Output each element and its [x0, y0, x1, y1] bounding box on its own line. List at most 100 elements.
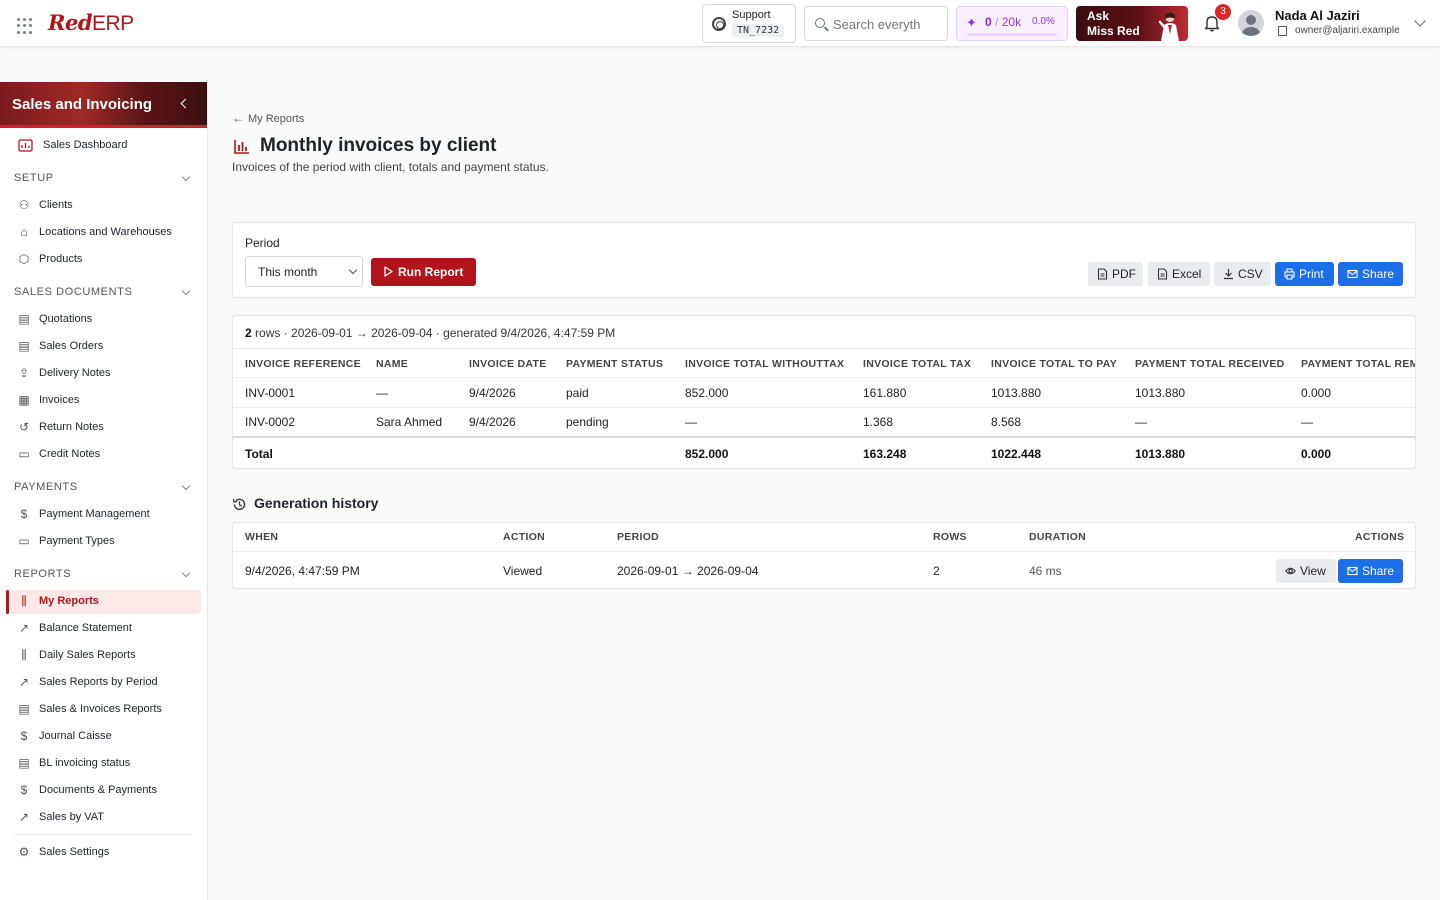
chevron-down-icon — [348, 265, 358, 275]
apps-grid-icon[interactable] — [17, 18, 33, 34]
sparkles-icon: ✦ — [966, 15, 977, 30]
users-icon: ⚇ — [18, 198, 30, 212]
sidebar-item-my-reports[interactable]: ⫼ My Reports — [6, 590, 201, 614]
cell: — — [1135, 415, 1147, 429]
sidebar-item-delivery-notes[interactable]: ⇪ Delivery Notes — [6, 362, 201, 386]
credit-card-icon: ▭ — [18, 534, 30, 548]
sidebar-item-credit-notes[interactable]: ▭ Credit Notes — [6, 443, 201, 467]
credit-card-icon: ▭ — [18, 447, 30, 461]
cell: pending — [566, 415, 609, 429]
run-report-button[interactable]: Run Report — [371, 258, 476, 286]
column-header: DURATION — [1029, 531, 1087, 543]
sidebar-item-label: Locations and Warehouses — [39, 226, 172, 238]
section-reports[interactable]: REPORTS — [14, 568, 71, 580]
column-header[interactable]: INVOICE DATE — [469, 358, 547, 370]
section-setup[interactable]: SETUP — [14, 172, 54, 184]
sidebar-item-sales-orders[interactable]: ▤ Sales Orders — [6, 335, 201, 359]
chevron-down-icon[interactable] — [181, 172, 191, 182]
printer-icon — [1284, 268, 1295, 280]
trend-icon: ↗ — [18, 810, 30, 824]
sidebar-item-label: Return Notes — [39, 421, 104, 433]
chevron-down-icon[interactable] — [1414, 15, 1426, 27]
sidebar-item-balance-statement[interactable]: ↗ Balance Statement — [6, 617, 201, 641]
bar-chart-icon — [234, 140, 249, 154]
sidebar-item-bl-invoicing-status[interactable]: ▤ BL invoicing status — [6, 752, 201, 776]
total-cell: 1013.880 — [1135, 447, 1186, 461]
sidebar-item-sales-invoices-reports[interactable]: ▤ Sales & Invoices Reports — [6, 698, 201, 722]
sidebar-item-label: Sales Reports by Period — [39, 676, 158, 688]
section-sales-documents[interactable]: SALES DOCUMENTS — [14, 286, 132, 298]
app-logo[interactable]: RedERP — [48, 10, 134, 36]
chevron-down-icon[interactable] — [181, 568, 191, 578]
sidebar-item-clients[interactable]: ⚇ Clients — [6, 194, 201, 218]
document-icon: ▤ — [18, 702, 30, 716]
sidebar-item-payment-management[interactable]: $ Payment Management — [6, 503, 201, 527]
sidebar-item-invoices[interactable]: ▦ Invoices — [6, 389, 201, 413]
column-header[interactable]: INVOICE TOTAL TAX — [863, 358, 971, 370]
sidebar-item-label: Clients — [39, 199, 73, 211]
global-search[interactable] — [804, 6, 948, 41]
share-history-button[interactable]: Share — [1338, 559, 1403, 583]
trend-icon: ↗ — [18, 675, 30, 689]
mail-icon — [1347, 269, 1358, 279]
user-name[interactable]: Nada Al Jaziri — [1275, 8, 1360, 23]
sidebar-item-documents-payments[interactable]: $ Documents & Payments — [6, 779, 201, 803]
sidebar-item-label: BL invoicing status — [39, 757, 131, 769]
report-filter-card: Period This month Run Report PDF Excel C… — [232, 222, 1416, 298]
sidebar-item-label: Quotations — [39, 313, 93, 325]
sidebar-item-sales-dashboard[interactable]: Sales Dashboard — [6, 134, 201, 158]
column-header[interactable]: INVOICE TOTAL WITHOUTTAX — [685, 358, 844, 370]
page-subtitle: Invoices of the period with client, tota… — [232, 160, 549, 174]
column-header[interactable]: NAME — [376, 358, 408, 370]
column-header[interactable]: PAYMENT TOTAL RECEIVED — [1135, 358, 1285, 370]
chevron-down-icon[interactable] — [181, 286, 191, 296]
ai-credits-meter[interactable]: ✦ 0 / 20k 0.0% — [956, 6, 1068, 41]
sidebar-item-sales-settings[interactable]: ⚙ Sales Settings — [6, 841, 201, 865]
column-header[interactable]: INVOICE REFERENCE — [245, 358, 361, 370]
sidebar-item-daily-sales-reports[interactable]: ⫼ Daily Sales Reports — [6, 644, 201, 668]
sidebar-item-products[interactable]: ⬡ Products — [6, 248, 201, 272]
sidebar-item-quotations[interactable]: ▤ Quotations — [6, 308, 201, 332]
dollar-icon: $ — [20, 729, 28, 743]
view-history-button[interactable]: View — [1276, 559, 1336, 583]
print-button[interactable]: Print — [1275, 262, 1334, 286]
cell: — — [1301, 415, 1313, 429]
export-pdf-button[interactable]: PDF — [1088, 262, 1143, 286]
total-cell: 1022.448 — [991, 447, 1042, 461]
cell: 1.368 — [863, 415, 894, 429]
bar-chart-icon: ⫼ — [21, 594, 27, 608]
column-header[interactable]: PAYMENT TOTAL REMA — [1301, 358, 1415, 370]
sidebar-item-label: Balance Statement — [39, 622, 132, 634]
column-header[interactable]: PAYMENT STATUS — [566, 358, 663, 370]
collapse-sidebar-icon[interactable] — [180, 98, 191, 109]
total-cell: 852.000 — [685, 447, 729, 461]
sidebar-item-sales-by-vat[interactable]: ↗ Sales by VAT — [6, 806, 201, 830]
rotate-icon: ↺ — [18, 420, 30, 434]
chevron-down-icon[interactable] — [181, 481, 191, 491]
cell: 9/4/2026 — [469, 386, 516, 400]
sidebar-item-return-notes[interactable]: ↺ Return Notes — [6, 416, 201, 440]
search-input[interactable] — [833, 15, 943, 33]
export-excel-button[interactable]: Excel — [1148, 262, 1210, 286]
share-report-button[interactable]: Share — [1338, 262, 1403, 286]
eye-icon — [1285, 567, 1296, 575]
history-action: Viewed — [503, 564, 543, 578]
section-payments[interactable]: PAYMENTS — [14, 481, 78, 493]
period-select[interactable]: This month — [245, 256, 363, 287]
export-csv-button[interactable]: CSV — [1214, 262, 1271, 286]
back-to-my-reports-link[interactable]: ← My Reports — [232, 111, 304, 125]
support-button[interactable]: Support TN_7232 — [702, 4, 796, 43]
page-title: Monthly invoices by client — [260, 135, 497, 156]
sidebar-title: Sales and Invoicing — [12, 96, 153, 113]
column-header[interactable]: INVOICE TOTAL TO PAY — [991, 358, 1117, 370]
sidebar-item-payment-types[interactable]: ▭ Payment Types — [6, 530, 201, 554]
copy-icon[interactable] — [1278, 26, 1287, 36]
user-avatar[interactable] — [1238, 10, 1264, 36]
sidebar-item-sales-reports-by-period[interactable]: ↗ Sales Reports by Period — [6, 671, 201, 695]
ask-miss-red-button[interactable]: Ask Miss Red — [1076, 6, 1188, 41]
cell: 1013.880 — [991, 386, 1042, 400]
sidebar-item-journal-caisse[interactable]: $ Journal Caisse — [6, 725, 201, 749]
sidebar: Sales and Invoicing Sales Dashboard SETU… — [0, 82, 208, 900]
sidebar-item-locations[interactable]: ⌂ Locations and Warehouses — [6, 221, 201, 245]
column-header: ACTION — [503, 531, 546, 543]
